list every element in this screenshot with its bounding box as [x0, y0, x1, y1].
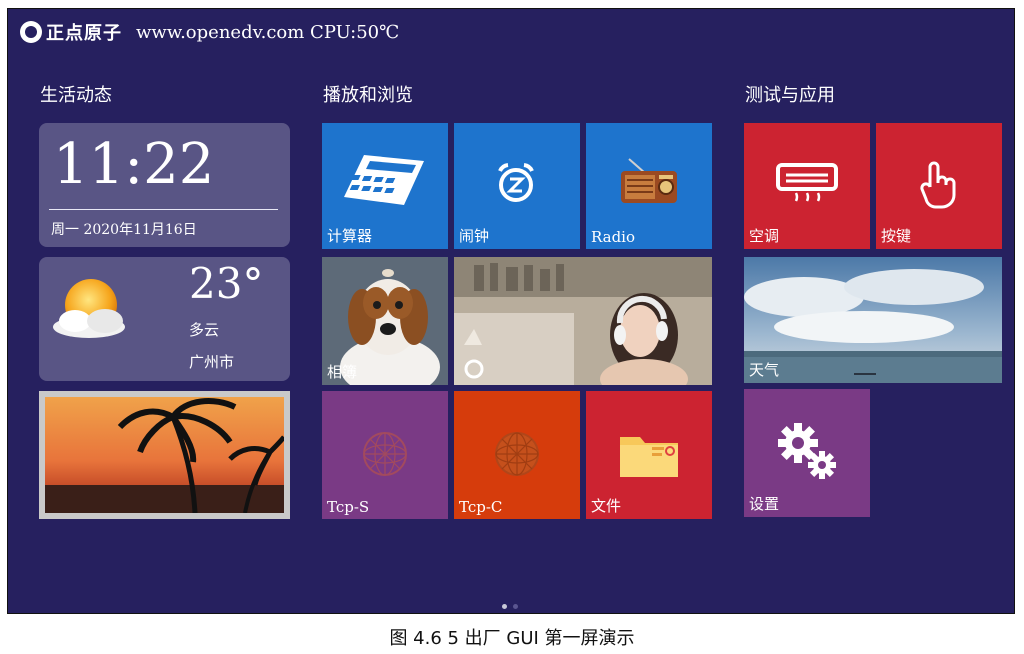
tile-album[interactable]: 相簿: [322, 257, 448, 385]
photo-frame-sunset[interactable]: [39, 391, 290, 519]
clock-widget[interactable]: 11:22 周一 2020年11月16日: [39, 123, 290, 247]
gears-icon: [778, 423, 836, 479]
weather-city: 广州市: [189, 353, 235, 371]
tile-tcp-server-label: Tcp-S: [327, 498, 370, 516]
partly-cloudy-icon: [53, 279, 125, 338]
sky-photo: [744, 257, 1002, 383]
section-title-life: 生活动态: [40, 85, 112, 106]
tile-files-label: 文件: [591, 497, 622, 515]
folder-icon: [620, 437, 678, 477]
tile-music-player[interactable]: [454, 257, 712, 385]
clock-divider: [49, 209, 278, 210]
device-screen: 正点原子 www.openedv.com CPU:50℃ 生活动态 播放和浏览 …: [7, 8, 1015, 614]
tile-keys[interactable]: 按键: [876, 123, 1002, 249]
tile-aircon-label: 空调: [749, 227, 780, 245]
tile-weather-label: 天气: [749, 361, 780, 379]
music-photo: [454, 257, 712, 385]
weather-widget[interactable]: 23° 多云 广州市: [39, 257, 290, 381]
tile-album-label: 相簿: [327, 363, 358, 381]
calculator-icon: [344, 155, 424, 205]
tile-calculator[interactable]: 计算器: [322, 123, 448, 249]
tile-aircon[interactable]: 空调: [744, 123, 870, 249]
finger-press-icon: [920, 161, 956, 209]
page-dot-active[interactable]: [502, 604, 507, 609]
tile-tcp-client[interactable]: Tcp-C: [454, 391, 580, 519]
radio-icon: [621, 158, 677, 203]
tile-weather[interactable]: 天气: [744, 257, 1002, 383]
tile-calculator-label: 计算器: [327, 227, 373, 245]
weather-temperature: 23°: [189, 259, 264, 308]
weather-condition: 多云: [189, 321, 220, 339]
network-globe-icon: [495, 432, 539, 476]
tile-keys-label: 按键: [881, 227, 912, 245]
alarm-clock-icon: [498, 163, 534, 202]
sunset-photo: [45, 397, 286, 514]
air-conditioner-icon: [776, 163, 838, 202]
brand-logo-icon: [20, 21, 42, 43]
figure-caption: 图 4.6 5 出厂 GUI 第一屏演示: [389, 628, 635, 649]
page-indicator[interactable]: [502, 604, 518, 609]
tile-settings[interactable]: 设置: [744, 389, 870, 517]
section-title-media: 播放和浏览: [323, 85, 413, 106]
status-bar: 正点原子 www.openedv.com CPU:50℃: [20, 18, 399, 46]
tile-alarm-label: 闹钟: [459, 227, 490, 245]
tile-radio[interactable]: Radio: [586, 123, 712, 249]
tile-alarm[interactable]: 闹钟: [454, 123, 580, 249]
brand-logo-text: 正点原子: [46, 23, 122, 44]
section-title-apps: 测试与应用: [745, 85, 835, 106]
clock-date: 周一 2020年11月16日: [51, 222, 197, 238]
tile-files[interactable]: 文件: [586, 391, 712, 519]
tile-settings-label: 设置: [749, 495, 780, 513]
network-globe-icon: [363, 432, 407, 476]
site-cpu-readout: www.openedv.com CPU:50℃: [136, 21, 400, 43]
tile-tcp-client-label: Tcp-C: [459, 498, 503, 516]
tile-tcp-server[interactable]: Tcp-S: [322, 391, 448, 519]
clock-time: 11:22: [53, 132, 215, 197]
tile-radio-label: Radio: [591, 228, 636, 246]
page-dot[interactable]: [513, 604, 518, 609]
